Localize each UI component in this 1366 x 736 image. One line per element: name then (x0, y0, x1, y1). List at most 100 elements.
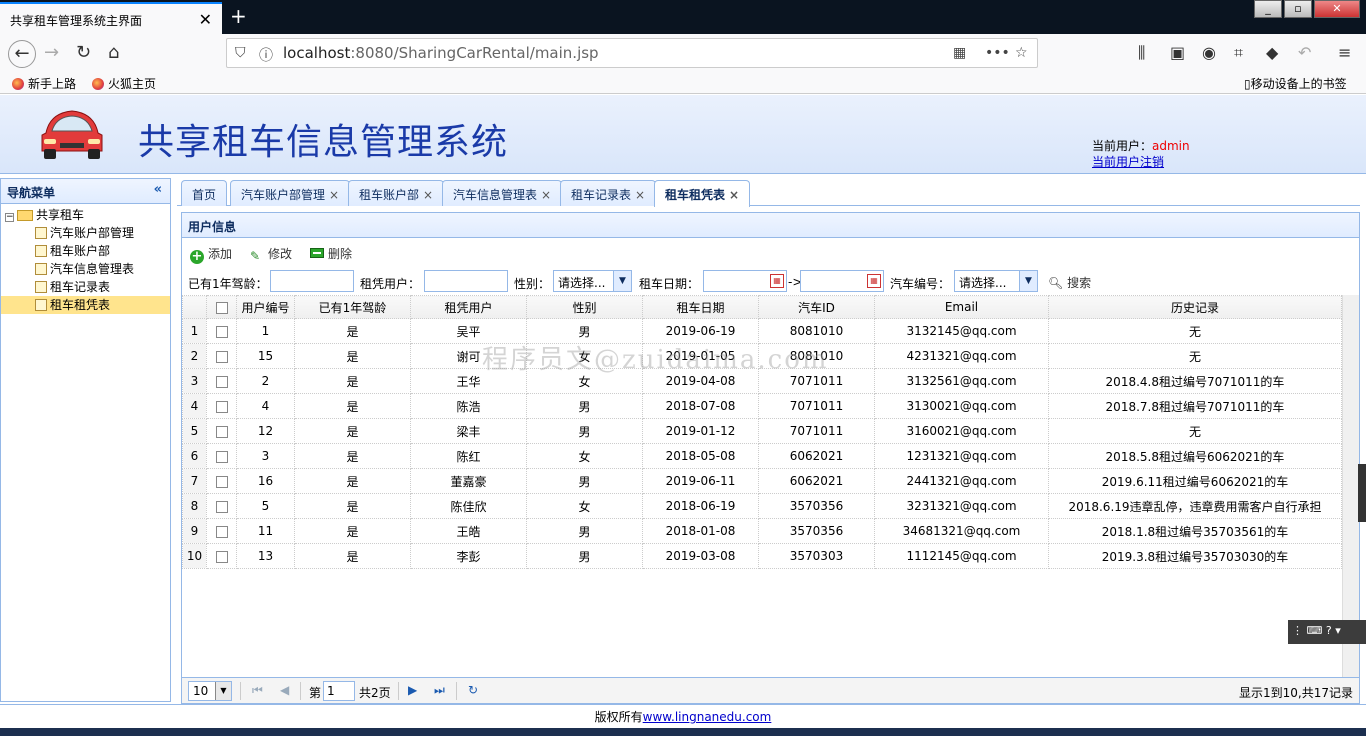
back-button[interactable]: ← (8, 40, 36, 68)
tab-rental-lease[interactable]: 租车租凭表 × (654, 180, 751, 207)
select-all-checkbox[interactable] (215, 301, 228, 314)
calendar-icon[interactable]: ▦ (770, 274, 784, 288)
table-row[interactable]: 10 13 是李彭男 2019-03-08 3570303 1112145@qq.com 2… (182, 543, 1342, 569)
tab-car-info[interactable]: 汽车信息管理表 × (442, 180, 563, 206)
collapse-sidebar-icon[interactable]: « (154, 182, 162, 197)
refresh-icon[interactable]: ↻ (468, 683, 478, 697)
account-icon[interactable]: ◉ (1202, 43, 1216, 62)
row-checkbox[interactable] (215, 400, 228, 413)
tab-rental-record[interactable]: 租车记录表 × (560, 180, 657, 206)
tab-car-account[interactable]: 汽车账户部管理 × (230, 180, 351, 206)
logout-link[interactable]: 当前用户注销 (1092, 153, 1164, 170)
bookmark-item[interactable]: 火狐主页 (92, 75, 156, 92)
url-bar[interactable]: ⛉ ⓘ localhost:8080/SharingCarRental/main… (226, 38, 1038, 68)
chevron-down-icon[interactable]: ▼ (215, 682, 231, 700)
tree-item[interactable]: 租车账户部 (1, 242, 170, 260)
tree-collapse-icon[interactable]: − (5, 213, 14, 222)
undo-icon[interactable]: ↶ (1298, 43, 1311, 62)
gender-select[interactable]: 请选择... ▼ (553, 270, 632, 292)
table-row[interactable]: 7 16 是董嘉豪男 2019-06-11 6062021 2441321@qq.com 2… (182, 468, 1342, 494)
info-icon[interactable]: ⓘ (259, 45, 273, 65)
date-start-input[interactable]: ▦ (703, 270, 787, 292)
row-checkbox[interactable] (215, 350, 228, 363)
maximize-button[interactable]: ▫ (1284, 0, 1312, 18)
table-row[interactable]: 2 15 是谢可女 2019-01-05 8081010 4231321@qq.com 无 (182, 343, 1342, 369)
tab-rental-account[interactable]: 租车账户部 × (348, 180, 445, 206)
close-tab-icon[interactable]: × (329, 188, 339, 202)
tree-item[interactable]: 租车记录表 (1, 278, 170, 296)
row-checkbox[interactable] (215, 525, 228, 538)
table-row[interactable]: 8 5 是陈佳欣女 2018-06-19 3570356 3231321@qq.com 20… (182, 493, 1342, 519)
chevron-down-icon[interactable]: ▼ (613, 271, 631, 291)
prev-page-icon[interactable]: ◀ (280, 683, 289, 697)
table-row[interactable]: 3 2 是王华女 2019-04-08 7071011 3132561@qq.com 201… (182, 368, 1342, 394)
reload-button[interactable]: ↻ (76, 42, 91, 63)
footer-link[interactable]: www.lingnanedu.com (643, 710, 772, 724)
shield-icon[interactable]: ⛉ (235, 45, 246, 61)
row-checkbox[interactable] (215, 500, 228, 513)
column-header[interactable]: 汽车ID (758, 295, 875, 319)
home-button[interactable]: ⌂ (108, 42, 119, 63)
library-icon[interactable]: ⫼ (1138, 43, 1145, 63)
column-header[interactable]: 已有1年驾龄 (294, 295, 411, 319)
first-page-icon[interactable]: ⏮ (252, 683, 263, 698)
close-tab-icon[interactable]: ✕ (199, 10, 212, 29)
close-tab-icon[interactable]: × (729, 188, 739, 202)
bookmark-star-icon[interactable]: ☆ (1015, 45, 1028, 61)
chevron-down-icon[interactable]: ▼ (1019, 271, 1037, 291)
tab-home[interactable]: 首页 (181, 180, 228, 206)
table-row[interactable]: 9 11 是王皓男 2018-01-08 3570356 34681321@qq.com 2… (182, 518, 1342, 544)
chat-icon[interactable]: ◆ (1266, 43, 1278, 62)
next-page-icon[interactable]: ▶ (408, 683, 417, 697)
tree-root[interactable]: − 共享租车 (1, 206, 170, 224)
sidebar-toggle-icon[interactable]: ▣ (1170, 43, 1185, 62)
screenshot-icon[interactable]: ⌗ (1234, 43, 1243, 63)
last-page-icon[interactable]: ⏭ (434, 683, 445, 698)
car-select[interactable]: 请选择... ▼ (954, 270, 1038, 292)
table-row[interactable]: 5 12 是梁丰男 2019-01-12 7071011 3160021@qq.com 无 (182, 418, 1342, 444)
user-input[interactable] (424, 270, 508, 292)
window-close-button[interactable]: ✕ (1314, 0, 1360, 18)
page-number-input[interactable]: 1 (323, 681, 355, 701)
forward-button[interactable]: → (44, 42, 59, 63)
column-header[interactable]: Email (874, 295, 1049, 319)
column-header[interactable]: 用户编号 (236, 295, 295, 319)
table-row[interactable]: 6 3 是陈红女 2018-05-08 6062021 1231321@qq.com 201… (182, 443, 1342, 469)
calendar-icon[interactable]: ▦ (867, 274, 881, 288)
qr-code-icon[interactable]: ▦ (953, 45, 966, 61)
minimize-button[interactable]: _ (1254, 0, 1282, 18)
row-checkbox[interactable] (215, 325, 228, 338)
close-tab-icon[interactable]: × (423, 188, 433, 202)
table-row[interactable]: 4 4 是陈浩男 2018-07-08 7071011 3130021@qq.com 201… (182, 393, 1342, 419)
mobile-bookmarks[interactable]: ▯移动设备上的书签 (1244, 75, 1347, 92)
page-size-select[interactable]: 10 ▼ (188, 681, 232, 701)
add-button[interactable]: + 添加 (190, 245, 232, 264)
row-checkbox[interactable] (215, 425, 228, 438)
close-tab-icon[interactable]: × (635, 188, 645, 202)
browser-tab[interactable]: 共享租车管理系统主界面 ✕ (0, 2, 222, 34)
license-input[interactable] (270, 270, 354, 292)
edit-button[interactable]: ✎ 修改 (250, 245, 292, 263)
column-header[interactable]: 租车日期 (642, 295, 759, 319)
tree-item-selected[interactable]: 租车租凭表 (1, 296, 170, 314)
row-checkbox[interactable] (215, 375, 228, 388)
delete-button[interactable]: 删除 (310, 245, 352, 262)
row-checkbox[interactable] (215, 450, 228, 463)
search-button[interactable]: 🔍︎ 搜索 (1048, 274, 1091, 291)
bookmark-item[interactable]: 新手上路 (12, 75, 76, 92)
tree-item[interactable]: 汽车信息管理表 (1, 260, 170, 278)
table-row[interactable]: 1 1 是吴平男 2019-06-19 8081010 3132145@qq.com 无 (182, 318, 1342, 344)
menu-icon[interactable]: ≡ (1338, 43, 1351, 62)
table-cell: 女 (526, 443, 643, 469)
tree-item[interactable]: 汽车账户部管理 (1, 224, 170, 242)
column-header[interactable]: 租凭用户 (410, 295, 527, 319)
more-actions-icon[interactable]: ••• (985, 45, 1010, 61)
new-tab-button[interactable]: + (230, 4, 247, 28)
ime-toolbar[interactable]: ⋮ ⌨ ? ▾ (1288, 620, 1366, 644)
row-checkbox[interactable] (215, 550, 228, 563)
row-checkbox[interactable] (215, 475, 228, 488)
column-header[interactable]: 历史记录 (1048, 295, 1342, 319)
close-tab-icon[interactable]: × (541, 188, 551, 202)
column-header[interactable]: 性别 (526, 295, 643, 319)
date-end-input[interactable]: ▦ (800, 270, 884, 292)
